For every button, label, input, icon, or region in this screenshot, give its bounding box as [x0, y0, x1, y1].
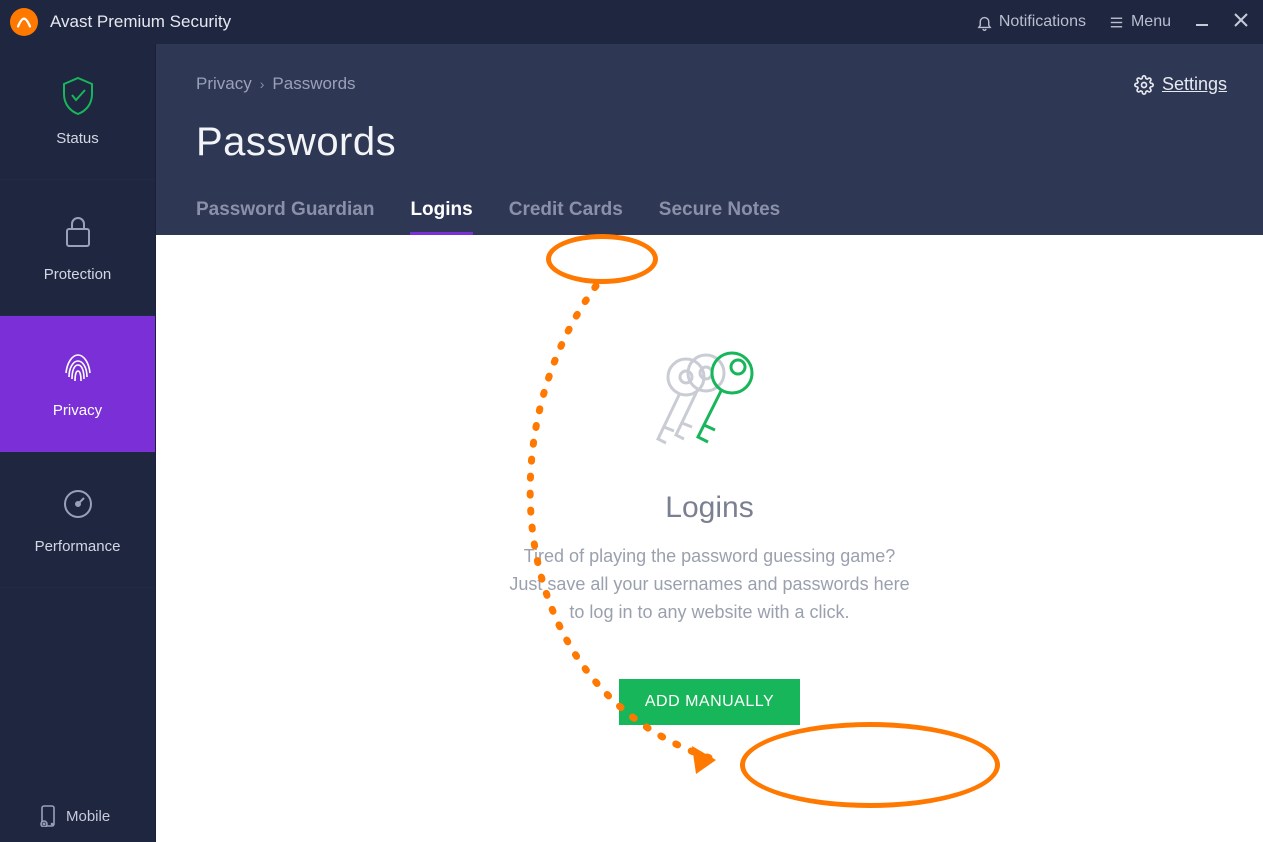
empty-state-line1: Tired of playing the password guessing g… — [524, 543, 896, 571]
sidebar-item-label: Performance — [35, 538, 121, 555]
sidebar-item-label: Status — [56, 130, 99, 147]
menu-label: Menu — [1131, 13, 1171, 31]
empty-state-line3: to log in to any website with a click. — [569, 599, 849, 627]
notifications-label: Notifications — [999, 13, 1086, 31]
fingerprint-icon — [58, 348, 98, 388]
chevron-right-icon: › — [260, 76, 265, 92]
sidebar-item-protection[interactable]: Protection — [0, 180, 155, 316]
shield-check-icon — [58, 76, 98, 116]
gear-icon — [1134, 75, 1154, 95]
sidebar-item-status[interactable]: Status — [0, 44, 155, 180]
bell-icon — [976, 14, 993, 31]
breadcrumb: Privacy › Passwords — [196, 74, 1223, 94]
menu-button[interactable]: Menu — [1108, 13, 1171, 31]
add-manually-button[interactable]: ADD MANUALLY — [619, 679, 800, 725]
breadcrumb-current: Passwords — [272, 74, 355, 94]
tab-logins[interactable]: Logins — [410, 199, 472, 235]
sidebar-item-performance[interactable]: Performance — [0, 452, 155, 588]
tab-secure-notes[interactable]: Secure Notes — [659, 199, 780, 235]
content-area: Logins Tired of playing the password gue… — [156, 235, 1263, 842]
tab-label: Secure Notes — [659, 199, 780, 220]
minimize-icon — [1195, 13, 1209, 27]
tab-credit-cards[interactable]: Credit Cards — [509, 199, 623, 235]
tab-label: Logins — [410, 199, 472, 220]
close-icon — [1233, 12, 1249, 28]
titlebar: Avast Premium Security Notifications Men… — [0, 0, 1263, 44]
tab-label: Password Guardian — [196, 199, 374, 220]
sidebar-item-label: Protection — [44, 266, 112, 283]
close-button[interactable] — [1233, 12, 1249, 33]
notifications-button[interactable]: Notifications — [976, 13, 1086, 31]
app-logo-icon — [10, 8, 38, 36]
empty-state-line2: Just save all your usernames and passwor… — [509, 571, 909, 599]
hamburger-icon — [1108, 14, 1125, 31]
tab-password-guardian[interactable]: Password Guardian — [196, 199, 374, 235]
sidebar-item-privacy[interactable]: Privacy — [0, 316, 155, 452]
breadcrumb-root[interactable]: Privacy — [196, 74, 252, 94]
settings-link[interactable]: Settings — [1134, 74, 1227, 95]
app-title: Avast Premium Security — [50, 12, 231, 32]
tab-label: Credit Cards — [509, 199, 623, 220]
settings-label: Settings — [1162, 74, 1227, 95]
keys-icon — [640, 345, 780, 455]
sidebar: Status Protection Privacy Performance Mo… — [0, 44, 156, 842]
tabs: Password Guardian Logins Credit Cards Se… — [156, 165, 1263, 235]
sidebar-item-label: Privacy — [53, 402, 102, 419]
sidebar-mobile-label: Mobile — [66, 808, 110, 825]
lock-icon — [58, 212, 98, 252]
sidebar-item-mobile[interactable]: Mobile — [0, 790, 155, 842]
page-title: Passwords — [196, 120, 1223, 165]
gauge-icon — [58, 484, 98, 524]
minimize-button[interactable] — [1195, 13, 1209, 32]
empty-state-title: Logins — [665, 491, 753, 525]
main-panel: Settings Privacy › Passwords Passwords P… — [156, 44, 1263, 842]
mobile-icon — [40, 805, 56, 827]
